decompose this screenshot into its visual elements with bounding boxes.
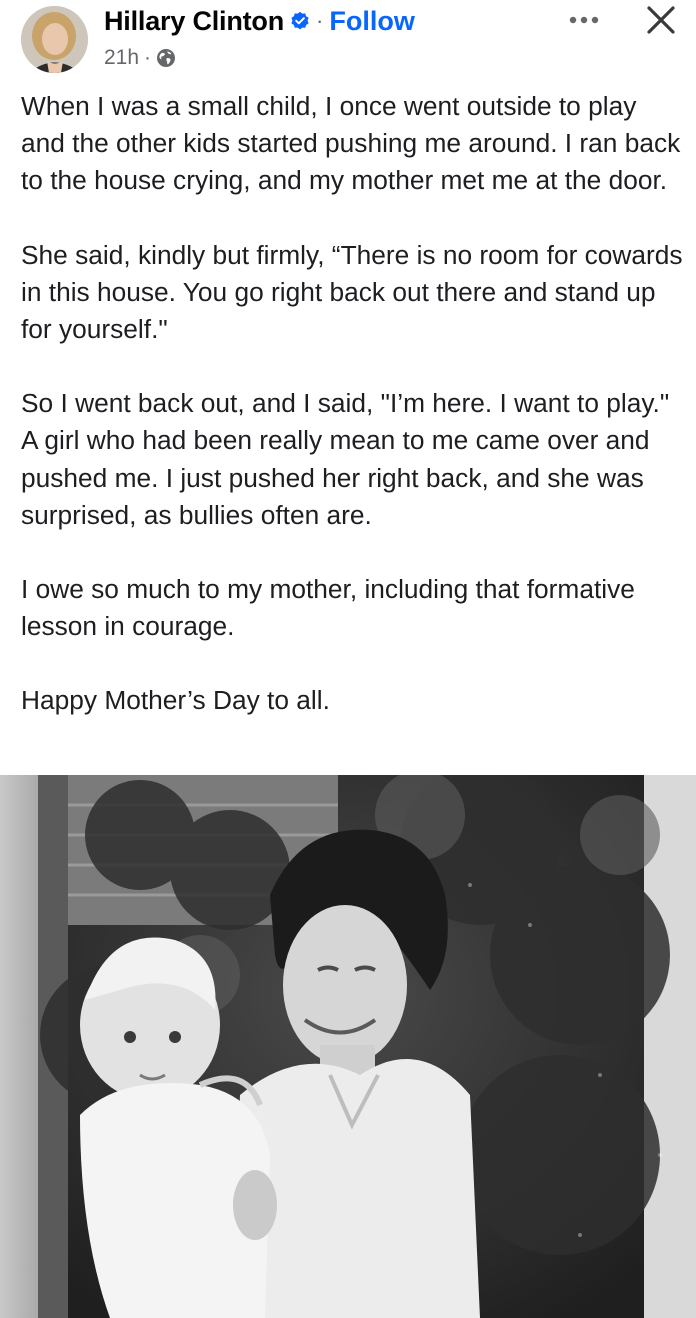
post-photo[interactable] [0,775,696,1318]
post-paragraph: She said, kindly but firmly, “There is n… [21,239,683,345]
author-name[interactable]: Hillary Clinton [104,6,284,37]
avatar-image [21,6,88,73]
vintage-photo-image [0,775,696,1318]
more-options-icon[interactable] [566,6,602,34]
verified-badge-icon [290,11,310,31]
close-icon[interactable] [640,0,682,40]
post-paragraph: When I was a small child, I once went ou… [21,91,681,196]
post-paragraph: So I went back out, and I said, "I’m her… [21,388,670,530]
author-avatar[interactable] [21,6,88,73]
author-line: Hillary Clinton · Follow [104,4,415,38]
follow-button[interactable]: Follow [329,6,414,37]
post-text: When I was a small child, I once went ou… [21,88,685,720]
post-meta: 21h · [104,44,176,72]
separator-dot: · [316,8,324,33]
meta-separator-dot: · [144,46,152,69]
post-timestamp[interactable]: 21h [104,46,139,70]
post-paragraph: Happy Mother’s Day to all. [21,685,330,716]
globe-icon [156,48,176,68]
post-header: Hillary Clinton · Follow 21h · [0,0,696,82]
post-paragraph: I owe so much to my mother, including th… [21,574,635,642]
